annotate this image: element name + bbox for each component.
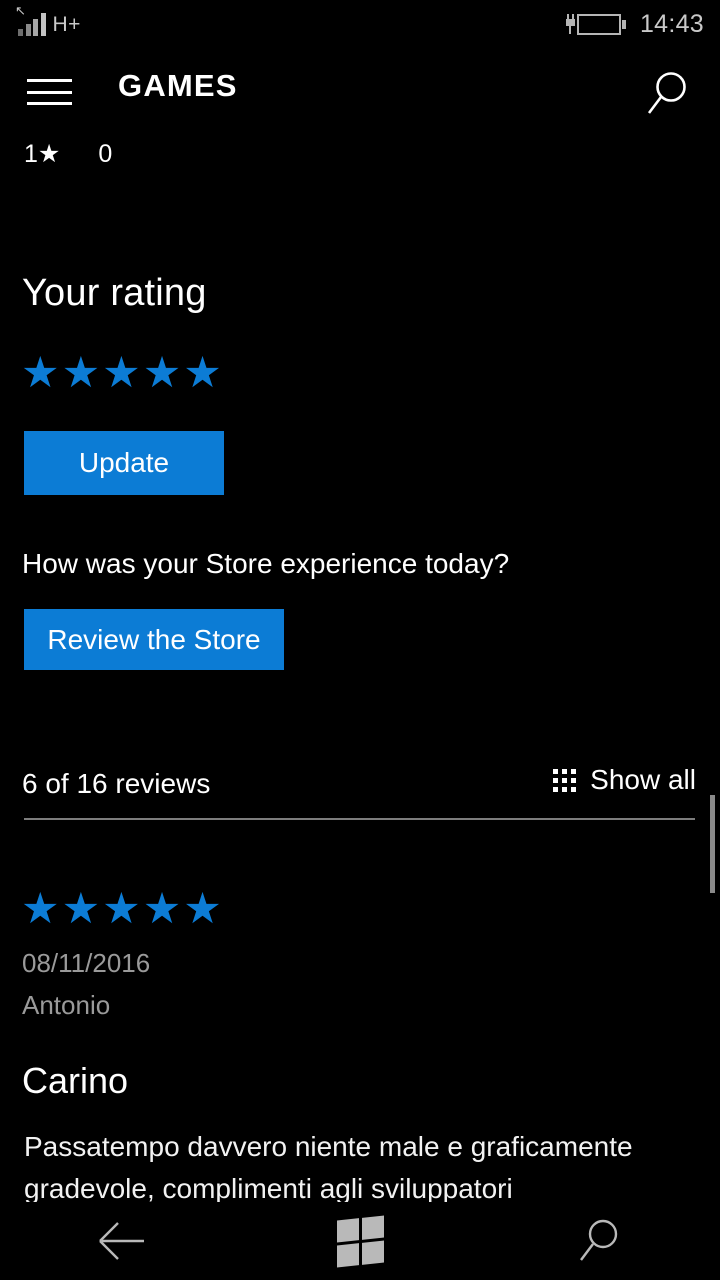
review-star-2: ★ [61,885,101,933]
scrollbar-track[interactable] [712,130,716,1190]
phone-screen: ↖ H+ 14:43 GAMES 1★ 0 Your rating ★ ★ ★ … [0,0,720,1280]
search-icon[interactable] [642,68,694,120]
star-1[interactable]: ★ [21,352,60,395]
review-rating-stars: ★ ★ ★ ★ ★ [21,888,222,931]
page-title: GAMES [118,68,238,103]
system-nav-bar [0,1202,720,1280]
review-body: Passatempo davvero niente male e grafica… [24,1131,633,1204]
rating-histogram-row: 1★ 0 [24,139,112,169]
battery-charging-icon [565,13,626,35]
signal-bars-icon: ↖ [15,4,46,36]
network-type-label: H+ [52,13,81,36]
clock-label: 14:43 [639,9,704,38]
star-2[interactable]: ★ [62,352,101,395]
section-divider [24,818,695,820]
app-bar: GAMES [0,62,720,132]
your-rating-heading: Your rating [22,272,207,314]
your-rating-stars[interactable]: ★ ★ ★ ★ ★ [21,352,222,395]
review-star-3: ★ [102,885,141,933]
review-date: 08/11/2016 [22,948,151,978]
store-experience-question: How was your Store experience today? [22,548,510,579]
rating-histogram-count: 0 [98,139,113,168]
show-all-button[interactable]: Show all [553,764,696,796]
review-star-1: ★ [21,885,60,933]
charging-plug-icon [565,14,576,34]
grid-dots-icon [553,768,577,792]
hamburger-menu-icon[interactable] [27,76,72,108]
search-icon[interactable] [545,1202,655,1280]
review-star-5: ★ [183,885,222,933]
rating-histogram-label: 1★ [24,140,61,168]
status-bar-right: 14:43 [565,10,704,39]
review-star-4: ★ [142,885,182,933]
star-4[interactable]: ★ [143,352,182,395]
review-title: Carino [22,1060,129,1101]
back-arrow-icon[interactable] [65,1202,175,1280]
update-button[interactable]: Update [24,431,224,495]
star-5[interactable]: ★ [183,352,222,395]
reviews-count-label: 6 of 16 reviews [22,768,211,799]
review-author: Antonio [22,990,111,1020]
signal-arrow-icon: ↖ [15,3,26,18]
status-bar: ↖ H+ 14:43 [0,0,720,48]
windows-home-icon[interactable] [305,1202,415,1280]
scrollbar-thumb[interactable] [710,795,715,893]
review-the-store-button[interactable]: Review the Store [24,609,284,670]
star-3[interactable]: ★ [102,352,141,395]
show-all-label: Show all [590,764,696,795]
status-bar-left: ↖ H+ [15,4,81,36]
